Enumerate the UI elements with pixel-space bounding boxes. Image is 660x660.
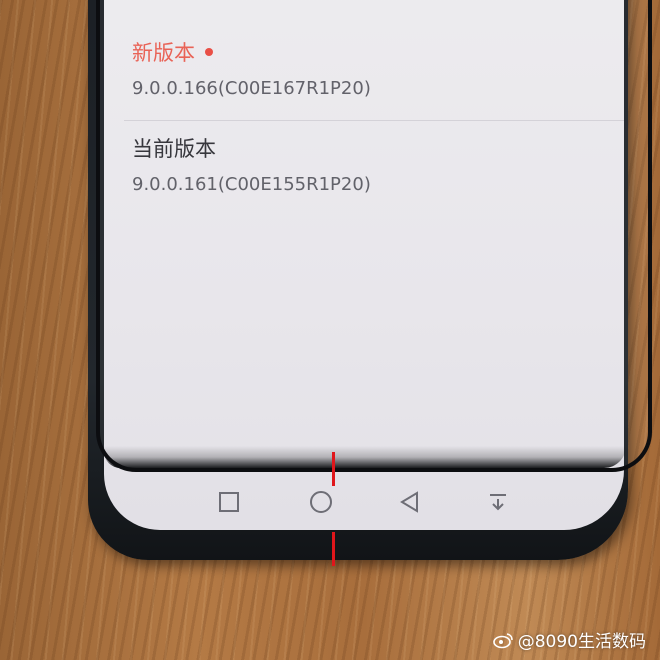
notification-button[interactable] (484, 488, 512, 516)
pull-down-icon (490, 494, 506, 511)
alignment-mark-lower (332, 532, 335, 566)
watermark-text: @8090生活数码 (517, 632, 646, 652)
recent-apps-button[interactable] (215, 488, 243, 516)
back-triangle-icon (400, 491, 418, 513)
navigation-bar (104, 482, 624, 522)
screen-protector-glass (96, 0, 652, 472)
alignment-mark-upper (332, 452, 335, 486)
weibo-icon (492, 632, 513, 648)
watermark: @8090生活数码 (492, 627, 646, 652)
square-icon (219, 492, 239, 512)
circle-icon (310, 491, 332, 513)
home-button[interactable] (307, 488, 335, 516)
back-button[interactable] (396, 488, 424, 516)
